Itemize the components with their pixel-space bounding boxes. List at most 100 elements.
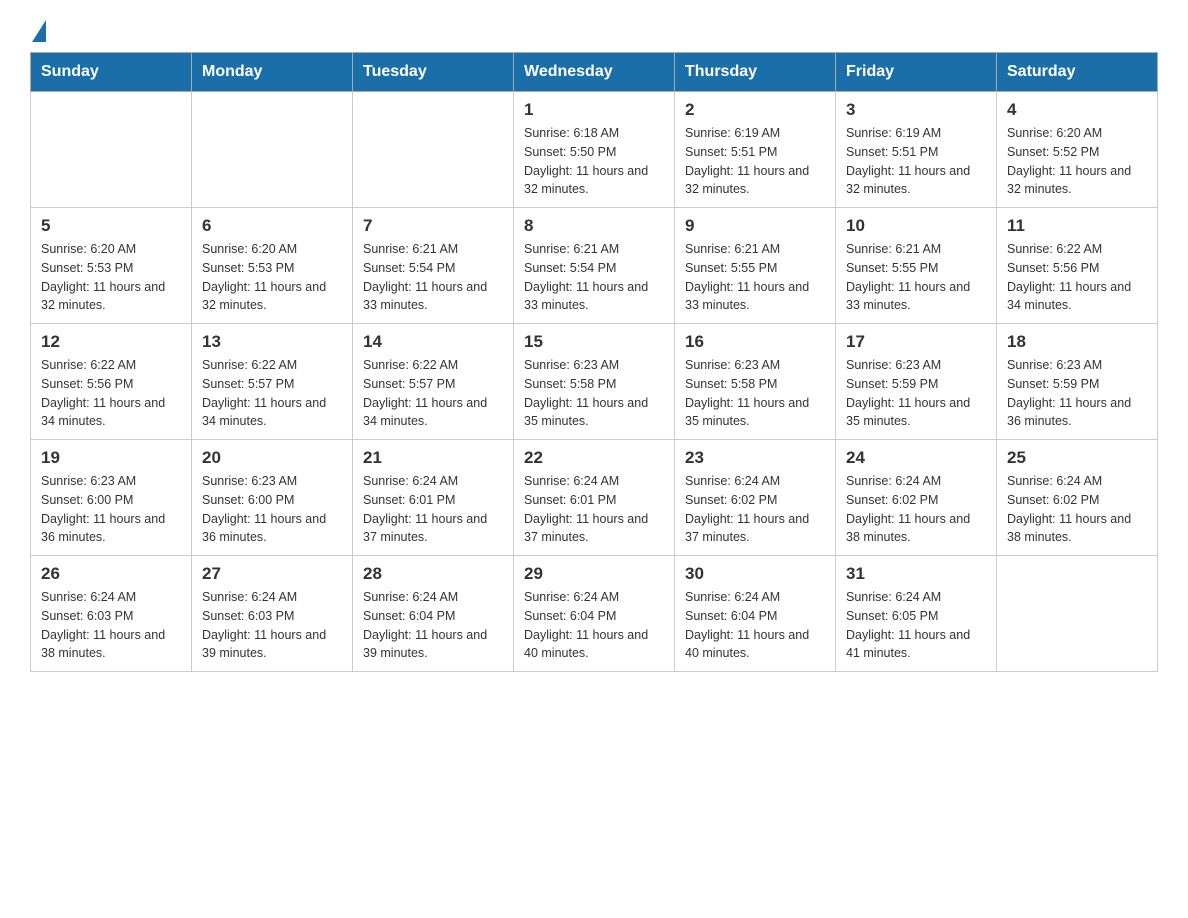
day-number: 11 <box>1007 216 1147 236</box>
weekday-header-tuesday: Tuesday <box>353 53 514 92</box>
day-number: 10 <box>846 216 986 236</box>
day-info: Sunrise: 6:21 AM Sunset: 5:55 PM Dayligh… <box>685 240 825 315</box>
weekday-header-thursday: Thursday <box>675 53 836 92</box>
day-number: 3 <box>846 100 986 120</box>
calendar-cell: 19 Sunrise: 6:23 AM Sunset: 6:00 PM Dayli… <box>31 440 192 556</box>
day-number: 9 <box>685 216 825 236</box>
calendar-cell: 28 Sunrise: 6:24 AM Sunset: 6:04 PM Dayli… <box>353 556 514 672</box>
calendar-week-row: 12 Sunrise: 6:22 AM Sunset: 5:56 PM Dayli… <box>31 324 1158 440</box>
calendar-cell: 27 Sunrise: 6:24 AM Sunset: 6:03 PM Dayli… <box>192 556 353 672</box>
weekday-header-saturday: Saturday <box>997 53 1158 92</box>
day-info: Sunrise: 6:24 AM Sunset: 6:02 PM Dayligh… <box>1007 472 1147 547</box>
day-info: Sunrise: 6:24 AM Sunset: 6:04 PM Dayligh… <box>685 588 825 663</box>
day-number: 26 <box>41 564 181 584</box>
day-number: 5 <box>41 216 181 236</box>
day-number: 15 <box>524 332 664 352</box>
calendar-cell <box>192 92 353 208</box>
calendar-week-row: 1 Sunrise: 6:18 AM Sunset: 5:50 PM Daylig… <box>31 92 1158 208</box>
day-number: 28 <box>363 564 503 584</box>
day-info: Sunrise: 6:23 AM Sunset: 6:00 PM Dayligh… <box>41 472 181 547</box>
day-number: 19 <box>41 448 181 468</box>
calendar-week-row: 26 Sunrise: 6:24 AM Sunset: 6:03 PM Dayli… <box>31 556 1158 672</box>
calendar-cell: 20Sunrise: 6:23 AM Sunset: 6:00 PM Dayli… <box>192 440 353 556</box>
logo-triangle-icon <box>32 20 46 42</box>
calendar-cell: 11Sunrise: 6:22 AM Sunset: 5:56 PM Dayli… <box>997 208 1158 324</box>
calendar-cell: 10 Sunrise: 6:21 AM Sunset: 5:55 PM Dayli… <box>836 208 997 324</box>
day-info: Sunrise: 6:24 AM Sunset: 6:04 PM Dayligh… <box>363 588 503 663</box>
day-info: Sunrise: 6:24 AM Sunset: 6:02 PM Dayligh… <box>846 472 986 547</box>
calendar-cell: 9 Sunrise: 6:21 AM Sunset: 5:55 PM Daylig… <box>675 208 836 324</box>
day-info: Sunrise: 6:19 AM Sunset: 5:51 PM Dayligh… <box>685 124 825 199</box>
day-number: 6 <box>202 216 342 236</box>
day-number: 25 <box>1007 448 1147 468</box>
day-info: Sunrise: 6:21 AM Sunset: 5:55 PM Dayligh… <box>846 240 986 315</box>
calendar-cell: 8 Sunrise: 6:21 AM Sunset: 5:54 PM Daylig… <box>514 208 675 324</box>
day-info: Sunrise: 6:24 AM Sunset: 6:02 PM Dayligh… <box>685 472 825 547</box>
weekday-header-row: SundayMondayTuesdayWednesdayThursdayFrid… <box>31 53 1158 92</box>
calendar-cell: 25 Sunrise: 6:24 AM Sunset: 6:02 PM Dayli… <box>997 440 1158 556</box>
day-info: Sunrise: 6:24 AM Sunset: 6:03 PM Dayligh… <box>202 588 342 663</box>
day-number: 30 <box>685 564 825 584</box>
calendar-cell: 26 Sunrise: 6:24 AM Sunset: 6:03 PM Dayli… <box>31 556 192 672</box>
day-info: Sunrise: 6:24 AM Sunset: 6:05 PM Dayligh… <box>846 588 986 663</box>
calendar-cell: 4 Sunrise: 6:20 AM Sunset: 5:52 PM Daylig… <box>997 92 1158 208</box>
day-number: 23 <box>685 448 825 468</box>
day-number: 4 <box>1007 100 1147 120</box>
day-info: Sunrise: 6:24 AM Sunset: 6:01 PM Dayligh… <box>524 472 664 547</box>
day-info: Sunrise: 6:21 AM Sunset: 5:54 PM Dayligh… <box>363 240 503 315</box>
calendar-cell <box>31 92 192 208</box>
weekday-header-monday: Monday <box>192 53 353 92</box>
day-info: Sunrise: 6:18 AM Sunset: 5:50 PM Dayligh… <box>524 124 664 199</box>
day-info: Sunrise: 6:20 AM Sunset: 5:53 PM Dayligh… <box>202 240 342 315</box>
logo <box>30 20 46 42</box>
day-info: Sunrise: 6:20 AM Sunset: 5:52 PM Dayligh… <box>1007 124 1147 199</box>
day-number: 7 <box>363 216 503 236</box>
calendar-cell: 24 Sunrise: 6:24 AM Sunset: 6:02 PM Dayli… <box>836 440 997 556</box>
day-number: 20 <box>202 448 342 468</box>
calendar-cell: 3 Sunrise: 6:19 AM Sunset: 5:51 PM Daylig… <box>836 92 997 208</box>
calendar-cell: 17Sunrise: 6:23 AM Sunset: 5:59 PM Dayli… <box>836 324 997 440</box>
day-info: Sunrise: 6:22 AM Sunset: 5:57 PM Dayligh… <box>363 356 503 431</box>
calendar-week-row: 5 Sunrise: 6:20 AM Sunset: 5:53 PM Daylig… <box>31 208 1158 324</box>
day-number: 29 <box>524 564 664 584</box>
day-info: Sunrise: 6:24 AM Sunset: 6:01 PM Dayligh… <box>363 472 503 547</box>
day-number: 17 <box>846 332 986 352</box>
day-info: Sunrise: 6:20 AM Sunset: 5:53 PM Dayligh… <box>41 240 181 315</box>
weekday-header-friday: Friday <box>836 53 997 92</box>
calendar-cell: 29 Sunrise: 6:24 AM Sunset: 6:04 PM Dayli… <box>514 556 675 672</box>
day-info: Sunrise: 6:23 AM Sunset: 5:59 PM Dayligh… <box>1007 356 1147 431</box>
day-number: 13 <box>202 332 342 352</box>
day-number: 31 <box>846 564 986 584</box>
day-number: 8 <box>524 216 664 236</box>
calendar-cell: 13 Sunrise: 6:22 AM Sunset: 5:57 PM Dayli… <box>192 324 353 440</box>
day-number: 1 <box>524 100 664 120</box>
calendar-cell: 15Sunrise: 6:23 AM Sunset: 5:58 PM Dayli… <box>514 324 675 440</box>
day-info: Sunrise: 6:22 AM Sunset: 5:57 PM Dayligh… <box>202 356 342 431</box>
page-header <box>30 20 1158 42</box>
day-info: Sunrise: 6:21 AM Sunset: 5:54 PM Dayligh… <box>524 240 664 315</box>
day-number: 21 <box>363 448 503 468</box>
calendar-cell: 1 Sunrise: 6:18 AM Sunset: 5:50 PM Daylig… <box>514 92 675 208</box>
calendar-cell: 31 Sunrise: 6:24 AM Sunset: 6:05 PM Dayli… <box>836 556 997 672</box>
day-info: Sunrise: 6:24 AM Sunset: 6:03 PM Dayligh… <box>41 588 181 663</box>
day-number: 24 <box>846 448 986 468</box>
calendar-cell: 6 Sunrise: 6:20 AM Sunset: 5:53 PM Daylig… <box>192 208 353 324</box>
calendar-cell: 18 Sunrise: 6:23 AM Sunset: 5:59 PM Dayli… <box>997 324 1158 440</box>
day-number: 27 <box>202 564 342 584</box>
calendar-cell: 7 Sunrise: 6:21 AM Sunset: 5:54 PM Daylig… <box>353 208 514 324</box>
day-info: Sunrise: 6:19 AM Sunset: 5:51 PM Dayligh… <box>846 124 986 199</box>
calendar-cell: 21 Sunrise: 6:24 AM Sunset: 6:01 PM Dayli… <box>353 440 514 556</box>
day-number: 18 <box>1007 332 1147 352</box>
calendar-week-row: 19 Sunrise: 6:23 AM Sunset: 6:00 PM Dayli… <box>31 440 1158 556</box>
day-info: Sunrise: 6:22 AM Sunset: 5:56 PM Dayligh… <box>41 356 181 431</box>
weekday-header-wednesday: Wednesday <box>514 53 675 92</box>
calendar-cell: 5 Sunrise: 6:20 AM Sunset: 5:53 PM Daylig… <box>31 208 192 324</box>
calendar-cell: 22 Sunrise: 6:24 AM Sunset: 6:01 PM Dayli… <box>514 440 675 556</box>
day-number: 12 <box>41 332 181 352</box>
calendar-table: SundayMondayTuesdayWednesdayThursdayFrid… <box>30 52 1158 672</box>
day-number: 22 <box>524 448 664 468</box>
day-info: Sunrise: 6:24 AM Sunset: 6:04 PM Dayligh… <box>524 588 664 663</box>
calendar-cell: 2Sunrise: 6:19 AM Sunset: 5:51 PM Daylig… <box>675 92 836 208</box>
calendar-cell <box>353 92 514 208</box>
day-number: 16 <box>685 332 825 352</box>
